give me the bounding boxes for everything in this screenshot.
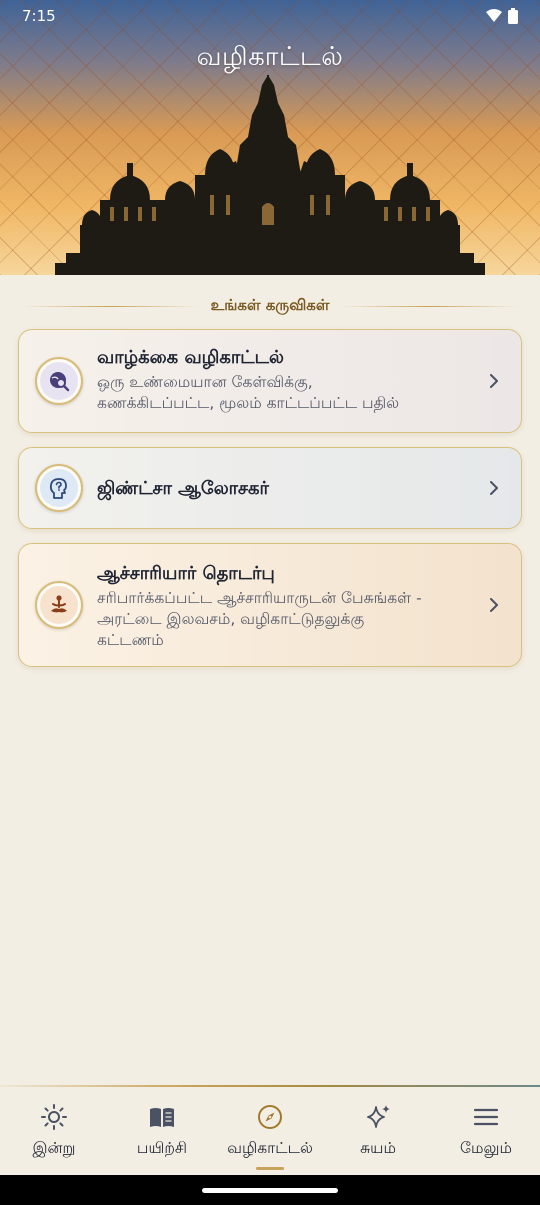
card-text: ஆச்சாரியார் தொடர்பு சரிபார்க்கப்பட்ட ஆச்… [97, 562, 475, 651]
globe-search-icon [35, 357, 83, 405]
system-gesture-bar [0, 1175, 540, 1205]
section-title: உங்கள் கருவிகள் [210, 296, 330, 314]
card-description-line: சரிபார்க்கப்பட்ட ஆச்சாரியாருடன் பேசுங்கள… [97, 589, 422, 607]
nav-label: வழிகாட்டல் [227, 1139, 313, 1157]
card-title: ஜிண்ட்சா ஆலோசகர் [97, 478, 269, 499]
nav-item-more[interactable]: மேலும் [432, 1103, 540, 1163]
sparkles-icon [367, 1105, 390, 1128]
menu-icon [473, 1108, 499, 1126]
acharya-contact-card[interactable]: ஆச்சாரியார் தொடர்பு சரிபார்க்கப்பட்ட ஆச்… [18, 543, 522, 667]
wifi-icon [486, 9, 502, 22]
card-text: ஜிண்ட்சா ஆலோசகர் [97, 477, 475, 501]
nav-active-indicator [256, 1167, 284, 1170]
nav-item-self[interactable]: சுயம் [324, 1103, 432, 1163]
card-text: வாழ்க்கை வழிகாட்டல் ஒரு உண்மையான கேள்விக… [97, 346, 475, 414]
card-description-line: அரட்டை இலவசம், வழிகாட்டுதலுக்கு [97, 610, 365, 628]
nav-label: இன்று [32, 1139, 76, 1157]
nav-label: பயிற்சி [136, 1139, 188, 1157]
card-description-line: கணக்கிடப்பட்ட, மூலம் காட்டப்பட்ட பதில் [97, 394, 400, 412]
jyotisha-advisor-card[interactable]: ஜிண்ட்சா ஆலோசகர் [18, 447, 522, 529]
divider-left [22, 305, 199, 307]
status-time: 7:15 [22, 7, 56, 25]
card-title: ஆச்சாரியார் தொடர்பு [97, 563, 275, 584]
nav-label: சுயம் [360, 1139, 396, 1157]
section-header: உங்கள் கருவிகள் [22, 294, 519, 318]
bottom-navigation: இன்று பயிற்சி வழிகாட்டல் சுயம் மேலும் [0, 1085, 540, 1175]
chevron-right-icon [490, 598, 498, 612]
head-question-icon [35, 464, 83, 512]
home-gesture-handle[interactable] [202, 1188, 338, 1193]
card-description: ஒரு உண்மையான கேள்விக்கு, கணக்கிடப்பட்ட, … [97, 372, 475, 414]
sun-icon [41, 1104, 67, 1130]
meditation-icon [35, 581, 83, 629]
status-bar: 7:15 [0, 0, 540, 32]
hero-banner: 7:15 வழிகாட்டல் [0, 0, 540, 275]
chevron-right-icon [490, 374, 498, 388]
card-description: சரிபார்க்கப்பட்ட ஆச்சாரியாருடன் பேசுங்கள… [97, 588, 475, 651]
life-guidance-card[interactable]: வாழ்க்கை வழிகாட்டல் ஒரு உண்மையான கேள்விக… [18, 329, 522, 433]
nav-item-today[interactable]: இன்று [0, 1103, 108, 1163]
chevron-right-icon [490, 481, 498, 495]
status-icons [486, 8, 518, 24]
divider-right [341, 305, 519, 307]
card-description-line: கட்டணம் [97, 631, 164, 649]
card-description-line: ஒரு உண்மையான கேள்விக்கு, [97, 373, 313, 391]
nav-item-guidance[interactable]: வழிகாட்டல் [216, 1103, 324, 1163]
nav-item-practice[interactable]: பயிற்சி [108, 1103, 216, 1163]
temple-illustration [55, 75, 485, 275]
battery-icon [508, 8, 518, 24]
card-title: வாழ்க்கை வழிகாட்டல் [97, 347, 284, 368]
page-title: வழிகாட்டல் [196, 42, 344, 72]
compass-icon [258, 1105, 282, 1129]
nav-label: மேலும் [460, 1139, 512, 1157]
nav-divider [0, 1085, 540, 1087]
book-icon [150, 1108, 174, 1127]
